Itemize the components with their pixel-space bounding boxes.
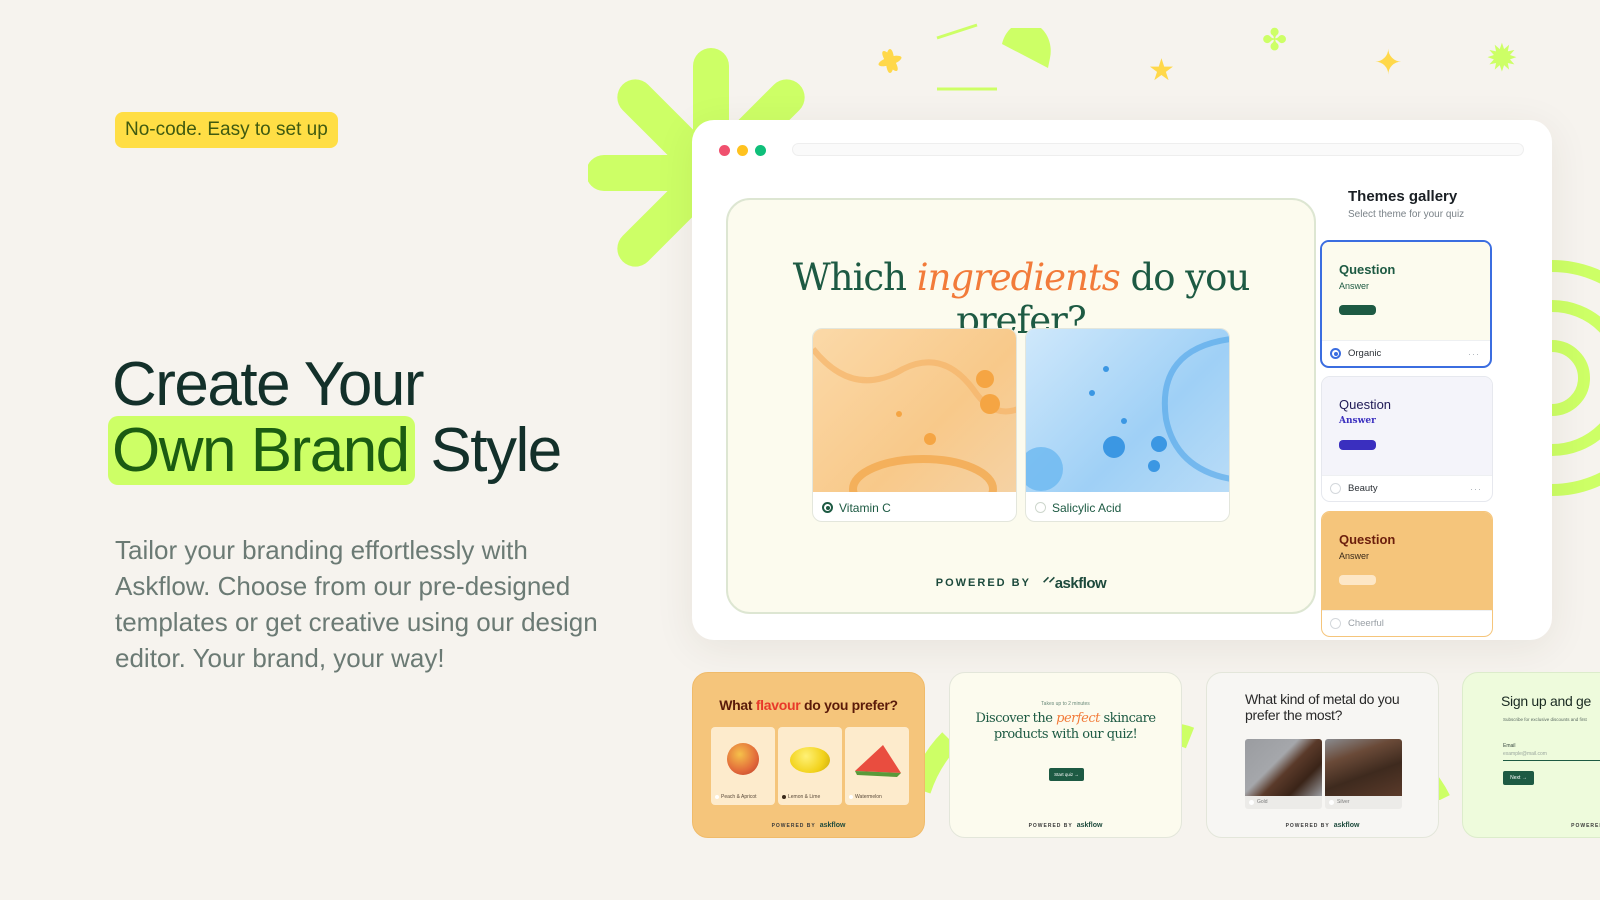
more-options-icon[interactable]: ··· bbox=[1470, 484, 1482, 494]
template-card-skincare[interactable]: Takes up to 2 minutes Discover the perfe… bbox=[949, 672, 1182, 838]
yellow-flower-decoration bbox=[878, 49, 902, 73]
askflow-logo[interactable]: ᐟᐟaskflow bbox=[1042, 574, 1107, 592]
theme-answer: Answer bbox=[1339, 551, 1370, 561]
yellow-star-decoration: ★ bbox=[1148, 54, 1175, 87]
green-line-decoration bbox=[936, 23, 978, 40]
title-emphasis: ingredients bbox=[916, 256, 1121, 299]
theme-answer: Answer bbox=[1339, 416, 1376, 426]
template-card-metal[interactable]: What kind of metal do you prefer the mos… bbox=[1206, 672, 1439, 838]
template-title: Discover the perfect skincare products w… bbox=[975, 711, 1156, 742]
option-label: Vitamin C bbox=[839, 500, 891, 515]
theme-card-cheerful[interactable]: Question Answer Cheerful bbox=[1321, 511, 1493, 637]
quiz-options: Vitamin C Salicylic Acid bbox=[812, 328, 1230, 522]
powered-by: POWERED BY askflow bbox=[1028, 822, 1103, 829]
title-text: Which bbox=[792, 256, 907, 299]
theme-answer: Answer bbox=[1339, 281, 1370, 291]
email-label: Email bbox=[1503, 743, 1516, 749]
template-kicker: Takes up to 2 minutes bbox=[1041, 701, 1090, 707]
no-code-badge: No-code. Easy to set up bbox=[115, 112, 338, 148]
theme-button-swatch bbox=[1339, 575, 1376, 585]
radio-unselected-icon[interactable] bbox=[1330, 618, 1341, 629]
quiz-preview: Which ingredients do you prefer? Vitamin… bbox=[726, 198, 1316, 614]
email-input[interactable]: example@mail.com bbox=[1503, 751, 1600, 761]
radio-selected-icon[interactable] bbox=[822, 502, 833, 513]
template-title: What kind of metal do you prefer the mos… bbox=[1245, 691, 1400, 723]
theme-button-swatch bbox=[1339, 305, 1376, 315]
yellow-sparkle-decoration: ✦ bbox=[1374, 44, 1403, 82]
close-dot[interactable] bbox=[719, 145, 730, 156]
minimize-dot[interactable] bbox=[737, 145, 748, 156]
radio-unselected-icon[interactable] bbox=[1330, 483, 1341, 494]
hero-description: Tailor your branding effortlessly with A… bbox=[115, 535, 598, 673]
gold-image bbox=[1245, 739, 1322, 796]
themes-gallery: Themes gallery Select theme for your qui… bbox=[1348, 188, 1528, 220]
theme-name: Cheerful bbox=[1348, 618, 1384, 629]
green-burst-decoration: ✹ bbox=[1486, 38, 1518, 80]
template-title: What flavour do you prefer? bbox=[719, 697, 898, 713]
peach-image bbox=[727, 743, 759, 775]
start-quiz-button[interactable]: Start quiz → bbox=[1049, 768, 1084, 781]
silver-image bbox=[1325, 739, 1402, 796]
headline-line-1: Create Your bbox=[112, 350, 424, 419]
theme-name: Organic bbox=[1348, 348, 1382, 359]
window-controls bbox=[719, 145, 766, 156]
more-options-icon[interactable]: ··· bbox=[1468, 349, 1480, 359]
green-half-circle-decoration bbox=[1002, 28, 1051, 68]
themes-gallery-subtitle: Select theme for your quiz bbox=[1348, 209, 1465, 220]
lemon-image bbox=[790, 747, 830, 773]
green-spiral-decoration bbox=[1552, 260, 1600, 496]
option-silver[interactable]: Silver bbox=[1325, 739, 1402, 809]
maximize-dot[interactable] bbox=[755, 145, 766, 156]
option-lemon[interactable]: Lemon & Lime bbox=[778, 727, 842, 805]
hero-headline: Create Your Own Brand Style bbox=[108, 350, 562, 485]
template-card-signup[interactable]: Sign up and ge Subscribe for exclusive d… bbox=[1462, 672, 1600, 838]
powered-by: POWERED BY askflow bbox=[1285, 822, 1360, 829]
option-vitamin-c[interactable]: Vitamin C bbox=[812, 328, 1017, 522]
themes-gallery-title: Themes gallery bbox=[1348, 188, 1458, 205]
watermelon-image bbox=[855, 745, 901, 777]
template-title: Sign up and ge bbox=[1501, 693, 1591, 709]
option-gold[interactable]: Gold bbox=[1245, 739, 1322, 809]
template-subtitle: Subscribe for exclusive discounts and fi… bbox=[1503, 717, 1587, 722]
option-label: Salicylic Acid bbox=[1052, 500, 1122, 515]
option-watermelon[interactable]: Watermelon bbox=[845, 727, 909, 805]
option-salicylic-acid[interactable]: Salicylic Acid bbox=[1025, 328, 1230, 522]
theme-card-beauty[interactable]: Question Answer Beauty ··· bbox=[1321, 376, 1493, 502]
theme-name: Beauty bbox=[1348, 483, 1378, 494]
theme-question: Question bbox=[1339, 532, 1396, 547]
option-peach[interactable]: Peach & Apricot bbox=[711, 727, 775, 805]
powered-by: POWERED BYask bbox=[1571, 823, 1600, 829]
powered-by: POWERED BY ᐟᐟaskflow bbox=[728, 574, 1314, 592]
green-line-decoration bbox=[937, 87, 997, 91]
theme-card-organic[interactable]: Question Answer Organic ··· bbox=[1320, 240, 1492, 368]
radio-unselected-icon[interactable] bbox=[1035, 502, 1046, 513]
vitamin-c-image bbox=[813, 329, 1016, 492]
green-clover-decoration: ✤ bbox=[1262, 24, 1288, 57]
powered-by: POWERED BY askflow bbox=[771, 822, 846, 829]
powered-by-label: POWERED BY bbox=[935, 577, 1031, 589]
theme-question: Question bbox=[1339, 262, 1396, 277]
browser-window: Which ingredients do you prefer? Vitamin… bbox=[692, 120, 1552, 640]
headline-rest: Style bbox=[430, 416, 562, 485]
headline-highlight: Own Brand bbox=[108, 416, 415, 485]
askflow-mark-icon: ᐟᐟ bbox=[1042, 575, 1055, 592]
radio-selected-icon[interactable] bbox=[1330, 348, 1341, 359]
address-bar[interactable] bbox=[792, 143, 1524, 156]
theme-button-swatch bbox=[1339, 440, 1376, 450]
theme-question: Question bbox=[1339, 397, 1392, 412]
next-button[interactable]: Next → bbox=[1503, 771, 1534, 785]
template-card-flavour[interactable]: What flavour do you prefer? Peach & Apri… bbox=[692, 672, 925, 838]
salicylic-acid-image bbox=[1026, 329, 1229, 492]
